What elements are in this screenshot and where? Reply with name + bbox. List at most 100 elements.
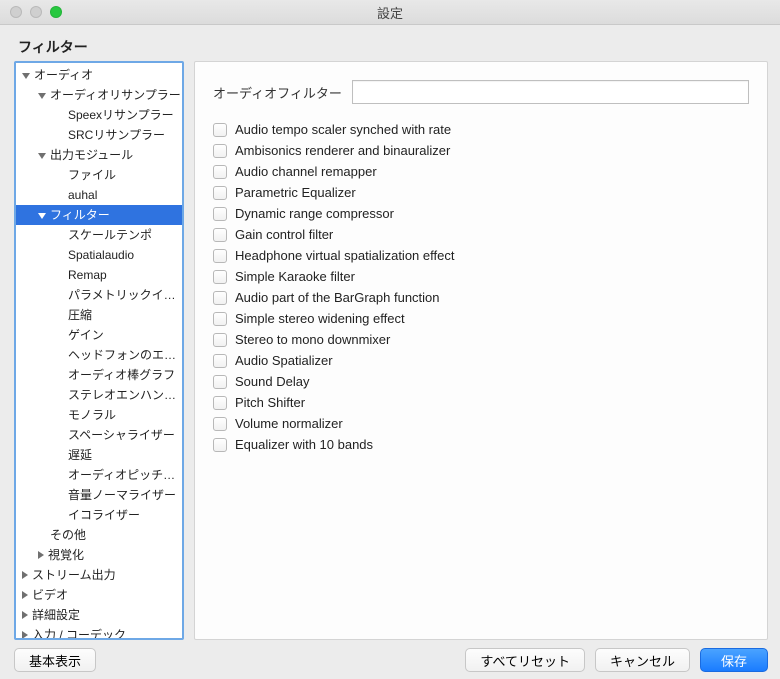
filter-checkbox-row[interactable]: Sound Delay xyxy=(213,372,749,391)
tree-item[interactable]: イコライザー xyxy=(16,505,182,525)
tree-item[interactable]: 圧縮 xyxy=(16,305,182,325)
filter-checkbox-label: Ambisonics renderer and binauralizer xyxy=(235,143,450,158)
tree-item-label: スペーシャライザー xyxy=(68,425,175,445)
disclosure-none-icon xyxy=(56,371,64,379)
filter-checkbox[interactable] xyxy=(213,354,227,368)
disclosure-none-icon xyxy=(56,251,64,259)
tree-item-label: オーディオピッチ変更 xyxy=(68,465,182,485)
tree-item-label: ストリーム出力 xyxy=(32,565,116,585)
save-button[interactable]: 保存 xyxy=(700,648,768,672)
disclosure-open-icon xyxy=(38,93,46,99)
filter-checkbox-row[interactable]: Audio channel remapper xyxy=(213,162,749,181)
filter-checkbox-row[interactable]: Audio part of the BarGraph function xyxy=(213,288,749,307)
tree-item[interactable]: ファイル xyxy=(16,165,182,185)
filter-checkbox-label: Parametric Equalizer xyxy=(235,185,356,200)
tree-item[interactable]: オーディオ xyxy=(16,65,182,85)
filter-checkbox-row[interactable]: Ambisonics renderer and binauralizer xyxy=(213,141,749,160)
filter-checkbox[interactable] xyxy=(213,207,227,221)
filter-checkbox-row[interactable]: Parametric Equalizer xyxy=(213,183,749,202)
tree-item[interactable]: オーディオリサンプラー xyxy=(16,85,182,105)
close-window-icon[interactable] xyxy=(10,6,22,18)
tree-item-label: オーディオ棒グラフ xyxy=(68,365,175,385)
tree-item-label: ファイル xyxy=(68,165,116,185)
filter-checkbox-label: Audio part of the BarGraph function xyxy=(235,290,440,305)
tree-item[interactable]: ストリーム出力 xyxy=(16,565,182,585)
filter-checkbox-row[interactable]: Stereo to mono downmixer xyxy=(213,330,749,349)
filter-checkbox-row[interactable]: Volume normalizer xyxy=(213,414,749,433)
tree-item[interactable]: スケールテンポ xyxy=(16,225,182,245)
filter-checkbox[interactable] xyxy=(213,417,227,431)
disclosure-none-icon xyxy=(56,471,64,479)
window-controls xyxy=(0,6,62,18)
cancel-button[interactable]: キャンセル xyxy=(595,648,690,672)
audio-filter-label: オーディオフィルター xyxy=(213,83,342,102)
filter-checkbox-row[interactable]: Pitch Shifter xyxy=(213,393,749,412)
filter-checkbox[interactable] xyxy=(213,375,227,389)
audio-filter-input[interactable] xyxy=(352,80,749,104)
tree-item[interactable]: Spatialaudio xyxy=(16,245,182,265)
tree-item[interactable]: 音量ノーマライザー xyxy=(16,485,182,505)
filter-checkbox-row[interactable]: Equalizer with 10 bands xyxy=(213,435,749,454)
filter-checkbox-row[interactable]: Audio Spatializer xyxy=(213,351,749,370)
tree-item[interactable]: auhal xyxy=(16,185,182,205)
tree-item[interactable]: SRCリサンプラー xyxy=(16,125,182,145)
disclosure-closed-icon xyxy=(22,591,28,599)
window-titlebar: 設定 xyxy=(0,0,780,25)
tree-item[interactable]: 出力モジュール xyxy=(16,145,182,165)
tree-item[interactable]: オーディオ棒グラフ xyxy=(16,365,182,385)
tree-item[interactable]: フィルター xyxy=(16,205,182,225)
filter-checkbox[interactable] xyxy=(213,144,227,158)
tree-item[interactable]: Speexリサンプラー xyxy=(16,105,182,125)
tree-item[interactable]: ヘッドフォンのエフ… xyxy=(16,345,182,365)
tree-item[interactable]: 視覚化 xyxy=(16,545,182,565)
filter-checkbox[interactable] xyxy=(213,228,227,242)
filter-checkbox[interactable] xyxy=(213,270,227,284)
disclosure-none-icon xyxy=(56,331,64,339)
tree-item[interactable]: スペーシャライザー xyxy=(16,425,182,445)
filter-checkbox[interactable] xyxy=(213,333,227,347)
filter-checkbox-label: Dynamic range compressor xyxy=(235,206,394,221)
filter-checkbox[interactable] xyxy=(213,291,227,305)
tree-item[interactable]: 遅延 xyxy=(16,445,182,465)
tree-item[interactable]: 入力 / コーデック xyxy=(16,625,182,640)
tree-item[interactable]: その他 xyxy=(16,525,182,545)
filter-checkbox-row[interactable]: Simple Karaoke filter xyxy=(213,267,749,286)
disclosure-closed-icon xyxy=(22,611,28,619)
minimize-window-icon[interactable] xyxy=(30,6,42,18)
tree-item[interactable]: 詳細設定 xyxy=(16,605,182,625)
filter-checkbox-row[interactable]: Simple stereo widening effect xyxy=(213,309,749,328)
filter-checkbox[interactable] xyxy=(213,165,227,179)
tree-item[interactable]: モノラル xyxy=(16,405,182,425)
filter-checkbox[interactable] xyxy=(213,438,227,452)
tree-item[interactable]: ゲイン xyxy=(16,325,182,345)
filter-checkbox[interactable] xyxy=(213,396,227,410)
tree-item-label: SRCリサンプラー xyxy=(68,125,165,145)
disclosure-none-icon xyxy=(56,451,64,459)
filter-checkbox[interactable] xyxy=(213,186,227,200)
disclosure-none-icon xyxy=(56,411,64,419)
tree-item[interactable]: オーディオピッチ変更 xyxy=(16,465,182,485)
zoom-window-icon[interactable] xyxy=(50,6,62,18)
tree-item-label: フィルター xyxy=(50,205,110,225)
filter-checkbox-label: Audio tempo scaler synched with rate xyxy=(235,122,451,137)
tree-item-label: ゲイン xyxy=(68,325,104,345)
basic-display-button[interactable]: 基本表示 xyxy=(14,648,96,672)
disclosure-none-icon xyxy=(56,431,64,439)
filter-checkbox-row[interactable]: Audio tempo scaler synched with rate xyxy=(213,120,749,139)
filter-checkbox-label: Pitch Shifter xyxy=(235,395,305,410)
tree-item-label: ビデオ xyxy=(32,585,68,605)
tree-item[interactable]: パラメトリックイコ… xyxy=(16,285,182,305)
filter-checkbox[interactable] xyxy=(213,312,227,326)
filter-checkbox-row[interactable]: Dynamic range compressor xyxy=(213,204,749,223)
filter-checkbox[interactable] xyxy=(213,249,227,263)
tree-item[interactable]: ビデオ xyxy=(16,585,182,605)
filter-checkbox[interactable] xyxy=(213,123,227,137)
filter-checkbox-row[interactable]: Gain control filter xyxy=(213,225,749,244)
tree-item[interactable]: Remap xyxy=(16,265,182,285)
filter-checkbox-label: Sound Delay xyxy=(235,374,309,389)
disclosure-none-icon xyxy=(56,291,64,299)
category-tree[interactable]: オーディオオーディオリサンプラーSpeexリサンプラーSRCリサンプラー出力モジ… xyxy=(14,61,184,640)
reset-all-button[interactable]: すべてリセット xyxy=(465,648,585,672)
tree-item[interactable]: ステレオエンハンサー xyxy=(16,385,182,405)
filter-checkbox-row[interactable]: Headphone virtual spatialization effect xyxy=(213,246,749,265)
